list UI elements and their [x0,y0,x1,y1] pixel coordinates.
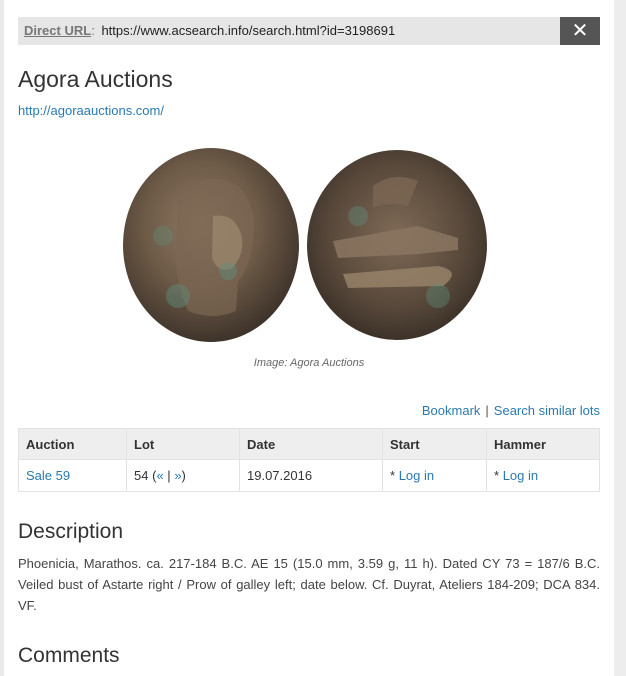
direct-url-bar: Direct URL: https://www.acsearch.info/se… [18,17,560,45]
column-header-hammer: Hammer [486,428,600,460]
bookmark-link[interactable]: Bookmark [422,403,481,418]
table-row: Sale 59 54 (« | ») 19.07.2016 * Log in *… [18,459,600,492]
close-icon[interactable]: ✕ [560,17,600,45]
table-header-row: Auction Lot Date Start Hammer [18,428,600,460]
page-title: Agora Auctions [18,66,173,92]
column-header-start: Start [382,428,487,460]
column-header-lot: Lot [126,428,240,460]
sale-link[interactable]: Sale 59 [26,468,70,483]
lot-number: 54 [134,468,149,483]
direct-url-value[interactable]: https://www.acsearch.info/search.html?id… [101,23,395,38]
auction-table: Auction Lot Date Start Hammer Sale 59 54… [18,428,600,492]
column-header-date: Date [239,428,383,460]
coin-obverse [123,148,299,342]
previous-lot-link[interactable]: « [156,468,163,483]
start-login-link[interactable]: Log in [399,468,434,483]
coin-image[interactable] [118,146,498,346]
lot-cell: 54 (« | ») [126,459,240,492]
lot-actions: Bookmark | Search similar lots [422,403,600,418]
hammer-cell: * Log in [486,459,600,492]
scrollbar[interactable] [614,0,626,676]
auction-house-link[interactable]: http://agoraauctions.com/ [18,103,164,118]
auction-cell: Sale 59 [18,459,127,492]
search-similar-link[interactable]: Search similar lots [494,403,600,418]
next-lot-link[interactable]: » [174,468,181,483]
actions-separator: | [485,403,489,418]
coin-reverse [307,150,487,340]
start-cell: * Log in [382,459,487,492]
comments-heading: Comments [18,644,120,667]
hammer-login-link[interactable]: Log in [503,468,538,483]
column-header-auction: Auction [18,428,127,460]
image-caption: Image: Agora Auctions [253,357,365,369]
lot-detail-panel: Direct URL: https://www.acsearch.info/se… [4,0,614,676]
date-cell: 19.07.2016 [239,459,383,492]
description-heading: Description [18,520,124,543]
description-text: Phoenicia, Marathos. ca. 217-184 B.C. AE… [18,556,600,613]
direct-url-label[interactable]: Direct URL [24,23,91,38]
